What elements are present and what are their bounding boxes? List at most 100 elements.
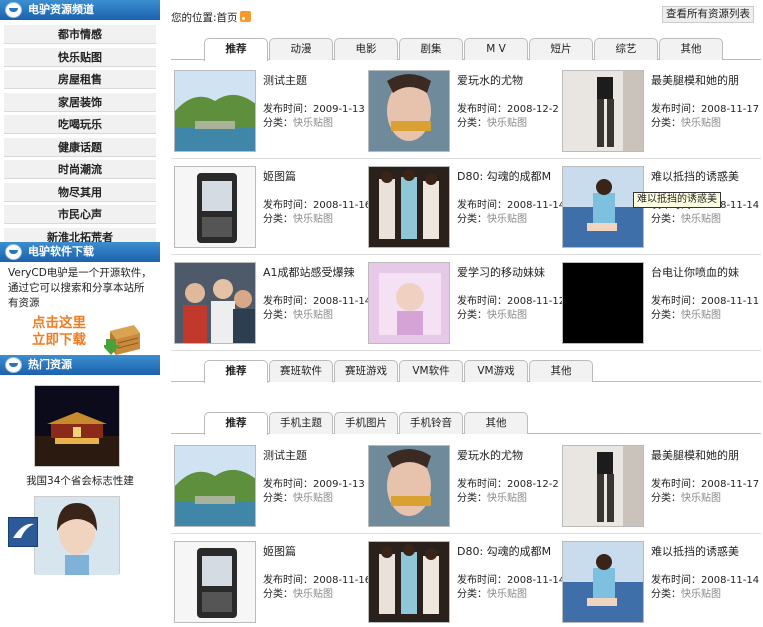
tiananmen-image [35,386,119,466]
tab-2[interactable]: 赛班游戏 [334,360,398,382]
view-all-resources-button[interactable]: 查看所有资源列表 [662,6,754,23]
resource-title[interactable]: 爱玩水的尤物 [457,447,557,463]
resource-thumbnail[interactable] [562,541,644,623]
cat-link[interactable]: 快乐贴图 [681,589,721,600]
hot-thumb-tiananmen[interactable] [34,385,120,467]
resource-title[interactable]: 最美腿模和她的朋 [651,72,751,88]
tab-2[interactable]: 手机图片 [334,412,398,434]
tab-5[interactable]: 短片 [529,38,593,60]
resource-thumbnail[interactable] [368,445,450,527]
thumbnail-image [369,167,449,247]
resource-title[interactable]: 测试主题 [263,447,363,463]
cat-link[interactable]: 快乐贴图 [293,310,333,321]
tab-0[interactable]: 推荐 [204,38,268,61]
channel-item[interactable]: 时尚潮流 [4,160,156,179]
cat-prefix: 分类： [457,589,487,600]
cat-prefix: 分类： [457,493,487,504]
hot-caption[interactable]: 我国34个省会标志性建 [0,473,160,488]
resource-title[interactable]: 难以抵挡的诱惑美 [651,168,751,184]
resource-title[interactable]: 爱学习的移动妹妹 [457,264,557,280]
thumbnail-image [175,542,255,622]
channel-item[interactable]: 健康话题 [4,137,156,157]
tab-0[interactable]: 推荐 [204,360,268,383]
resource-card: 爱玩水的尤物 发布时间：2008-12-2 分类：快乐贴图 [368,445,561,531]
resource-thumbnail[interactable] [368,70,450,152]
tab-3[interactable]: VM软件 [399,360,463,382]
cat-link[interactable]: 快乐贴图 [487,214,527,225]
cat-link[interactable]: 快乐贴图 [487,118,527,129]
tab-7[interactable]: 其他 [659,38,723,60]
tab-3[interactable]: 手机铃音 [399,412,463,434]
location-home-link[interactable]: 首页 [217,12,238,24]
resource-title[interactable]: A1成都站感受爆辣 [263,264,363,280]
float-bird-icon[interactable] [8,517,38,547]
resource-title[interactable]: 台电让你喷血的妹 [651,264,751,280]
rss-icon[interactable] [239,11,251,22]
resource-thumbnail[interactable] [562,445,644,527]
resource-category: 分类：快乐贴图 [457,489,527,504]
resource-thumbnail[interactable] [174,70,256,152]
resource-thumbnail[interactable] [562,262,644,344]
cat-link[interactable]: 快乐贴图 [293,589,333,600]
resource-category: 分类：快乐贴图 [651,489,721,504]
resource-title[interactable]: 测试主题 [263,72,363,88]
tab-1[interactable]: 赛班软件 [269,360,333,382]
thumbnail-image [369,446,449,526]
channel-item[interactable]: 市民心声 [4,205,156,224]
tab-5[interactable]: 其他 [529,360,593,382]
resource-title[interactable]: 最美腿模和她的朋 [651,447,751,463]
cat-link[interactable]: 快乐贴图 [681,310,721,321]
hot-thumb-girl[interactable] [34,496,120,575]
resource-title[interactable]: D80: 勾魂的成都M [457,168,557,184]
resource-thumbnail[interactable] [174,541,256,623]
software-desc: VeryCD电驴是一个开源软件，通过它可以搜索和分享本站所有资源 [8,267,152,309]
tab-1[interactable]: 手机主题 [269,412,333,434]
cat-link[interactable]: 快乐贴图 [293,214,333,225]
cat-link[interactable]: 快乐贴图 [487,310,527,321]
cat-link[interactable]: 快乐贴图 [487,589,527,600]
tab-4[interactable]: VM游戏 [464,360,528,382]
girl-image [35,497,119,575]
resource-thumbnail[interactable] [562,70,644,152]
channel-item[interactable]: 快乐贴图 [4,47,156,67]
channel-item[interactable]: 都市情感 [4,25,156,44]
software-title: 电驴软件下载 [28,245,94,258]
resource-thumbnail[interactable] [562,166,644,248]
thumbnail-image [369,71,449,151]
resource-title[interactable]: 难以抵挡的诱惑美 [651,543,751,559]
tab-2[interactable]: 电影 [334,38,398,60]
cat-link[interactable]: 快乐贴图 [681,493,721,504]
resource-thumbnail[interactable] [368,262,450,344]
software-header: 电驴软件下载 [0,242,160,262]
resource-title[interactable]: 爱玩水的尤物 [457,72,557,88]
location-label: 您的位置: [171,12,217,24]
cat-link[interactable]: 快乐贴图 [293,118,333,129]
tab-4[interactable]: 其他 [464,412,528,434]
tab-0[interactable]: 推荐 [204,412,268,435]
resource-thumbnail[interactable] [174,262,256,344]
tab-6[interactable]: 综艺 [594,38,658,60]
thumbnail-image [563,542,643,622]
tab-1[interactable]: 动漫 [269,38,333,60]
resource-thumbnail[interactable] [368,541,450,623]
cat-link[interactable]: 快乐贴图 [681,118,721,129]
cat-link[interactable]: 快乐贴图 [681,214,721,225]
cat-link[interactable]: 快乐贴图 [487,493,527,504]
tab-3[interactable]: 剧集 [399,38,463,60]
resource-title[interactable]: 姬图篇 [263,543,363,559]
cat-link[interactable]: 快乐贴图 [293,493,333,504]
resource-thumbnail[interactable] [174,166,256,248]
resource-thumbnail[interactable] [174,445,256,527]
resource-title[interactable]: 姬图篇 [263,168,363,184]
cat-prefix: 分类： [263,493,293,504]
channel-item[interactable]: 物尽其用 [4,182,156,202]
resource-title[interactable]: D80: 勾魂的成都M [457,543,557,559]
verycd-logo-icon [5,357,22,373]
channel-item[interactable]: 家居装饰 [4,92,156,112]
resource-card: 最美腿模和她的朋 发布时间：2008-11-17 分类：快乐贴图 [562,70,759,156]
resource-thumbnail[interactable] [368,166,450,248]
channel-item[interactable]: 吃喝玩乐 [4,115,156,134]
tab-4[interactable]: M V [464,38,528,60]
channel-item[interactable]: 房屋租售 [4,70,156,89]
channel-header: 电驴资源频道 [0,0,160,20]
